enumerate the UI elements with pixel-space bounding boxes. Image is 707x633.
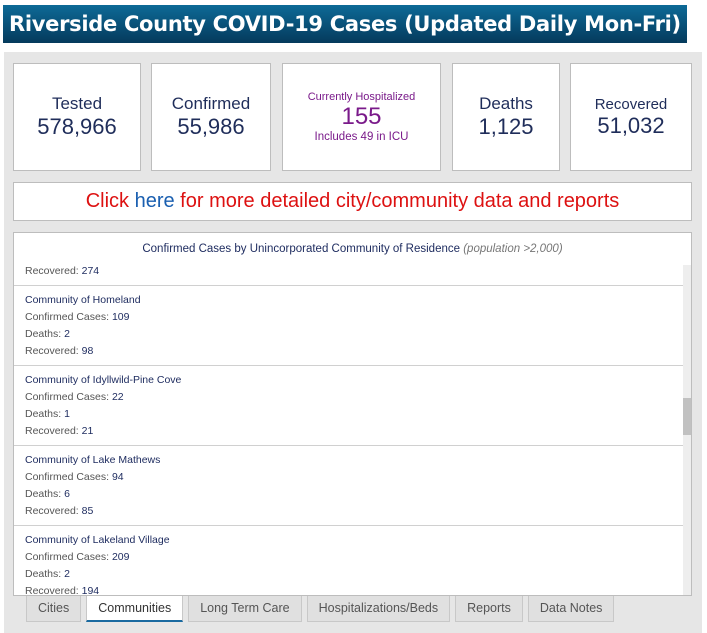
list-item: Community of Homeland Confirmed Cases: 1… <box>14 286 685 366</box>
hospitalized-card: Currently Hospitalized 155 Includes 49 i… <box>282 63 441 171</box>
hospitalized-value: 155 <box>341 103 382 130</box>
community-name: Community of Lakeland Village <box>25 534 170 546</box>
cases-label: Confirmed Cases: <box>25 391 112 403</box>
confirmed-label: Confirmed <box>171 94 251 113</box>
cases-line: Confirmed Cases: 109 <box>25 309 674 326</box>
recovered-label: Recovered: <box>25 425 82 437</box>
recovered-label: Recovered <box>594 95 668 113</box>
deaths-value: 1,125 <box>478 114 534 139</box>
banner-text: Click <box>85 190 135 212</box>
cases-label: Confirmed Cases: <box>25 471 112 483</box>
tested-label: Tested <box>51 94 103 113</box>
recovered-value: 274 <box>81 265 100 277</box>
cases-value: 209 <box>111 551 130 563</box>
deaths-label: Deaths: <box>25 568 65 580</box>
list-subtitle: (population >2,000) <box>463 243 563 255</box>
scrollbar[interactable] <box>683 265 691 595</box>
tested-value: 578,966 <box>37 114 117 139</box>
tab-cities[interactable]: Cities <box>26 596 82 622</box>
confirmed-card: Confirmed 55,986 <box>151 63 271 171</box>
detail-banner: Click here for more detailed city/commun… <box>13 182 692 221</box>
community-list: Confirmed Cases by Unincorporated Commun… <box>13 232 692 596</box>
list-rows: Recovered: 274 Community of Homeland Con… <box>14 263 685 596</box>
cases-value: 109 <box>111 311 130 323</box>
recovered-line: Recovered: 85 <box>25 503 674 520</box>
list-item: Community of Lake Mathews Confirmed Case… <box>14 446 685 526</box>
deaths-line: Deaths: 6 <box>25 486 674 503</box>
deaths-value: 2 <box>64 328 70 340</box>
recovered-value: 98 <box>81 345 94 357</box>
cases-label: Confirmed Cases: <box>25 311 112 323</box>
cases-line: Confirmed Cases: 209 <box>25 549 674 566</box>
recovered-line: Recovered: 194 <box>25 583 674 596</box>
dashboard-title: Riverside County COVID-19 Cases (Updated… <box>3 5 687 43</box>
tab-reports[interactable]: Reports <box>455 596 523 622</box>
tab-communities[interactable]: Communities <box>86 596 184 622</box>
deaths-line: Deaths: 2 <box>25 566 674 583</box>
deaths-value: 2 <box>64 568 70 580</box>
recovered-label: Recovered: <box>25 585 82 596</box>
recovered-value: 21 <box>81 425 94 437</box>
list-item: Community of Lakeland Village Confirmed … <box>14 526 685 596</box>
cases-value: 94 <box>111 471 124 483</box>
tab-hospitalizations-beds[interactable]: Hospitalizations/Beds <box>306 596 451 622</box>
community-name: Community of Homeland <box>25 294 141 306</box>
recovered-card: Recovered 51,032 <box>570 63 692 171</box>
tab-data-notes[interactable]: Data Notes <box>527 596 615 622</box>
recovered-label: Recovered: <box>25 345 82 357</box>
recovered-label: Recovered: <box>25 265 82 277</box>
recovered-line: Recovered: 98 <box>25 343 674 360</box>
list-item: Recovered: 274 <box>14 263 685 286</box>
deaths-label: Deaths <box>479 94 533 113</box>
community-name: Community of Idyllwild-Pine Cove <box>25 374 182 386</box>
deaths-label: Deaths: <box>25 488 65 500</box>
banner-text-rest: for more detailed city/community data an… <box>174 190 620 212</box>
deaths-line: Deaths: 1 <box>25 406 674 423</box>
deaths-label: Deaths: <box>25 328 65 340</box>
deaths-line: Deaths: 2 <box>25 326 674 343</box>
deaths-value: 6 <box>64 488 70 500</box>
cases-value: 22 <box>111 391 124 403</box>
recovered-value: 85 <box>81 505 94 517</box>
confirmed-value: 55,986 <box>177 114 245 139</box>
recovered-line: Recovered: 21 <box>25 423 674 440</box>
recovered-label: Recovered: <box>25 505 82 517</box>
list-title-text: Confirmed Cases by Unincorporated Commun… <box>142 243 461 255</box>
scrollbar-thumb[interactable] <box>683 397 691 435</box>
recovered-value: 194 <box>81 585 100 596</box>
tested-card: Tested 578,966 <box>13 63 141 171</box>
community-name: Community of Lake Mathews <box>25 454 161 466</box>
cases-line: Confirmed Cases: 22 <box>25 389 674 406</box>
deaths-card: Deaths 1,125 <box>452 63 560 171</box>
here-link[interactable]: here <box>135 190 175 212</box>
cases-line: Confirmed Cases: 94 <box>25 469 674 486</box>
icu-note: Includes 49 in ICU <box>314 131 409 143</box>
list-title: Confirmed Cases by Unincorporated Commun… <box>14 243 691 255</box>
tab-long-term-care[interactable]: Long Term Care <box>188 596 302 622</box>
tab-bar: Cities Communities Long Term Care Hospitali… <box>26 596 615 622</box>
list-item: Community of Idyllwild-Pine Cove Confirm… <box>14 366 685 446</box>
deaths-value: 1 <box>64 408 70 420</box>
recovered-value: 51,032 <box>597 112 665 138</box>
deaths-label: Deaths: <box>25 408 65 420</box>
hospitalized-label: Currently Hospitalized <box>307 91 416 103</box>
cases-label: Confirmed Cases: <box>25 551 112 563</box>
